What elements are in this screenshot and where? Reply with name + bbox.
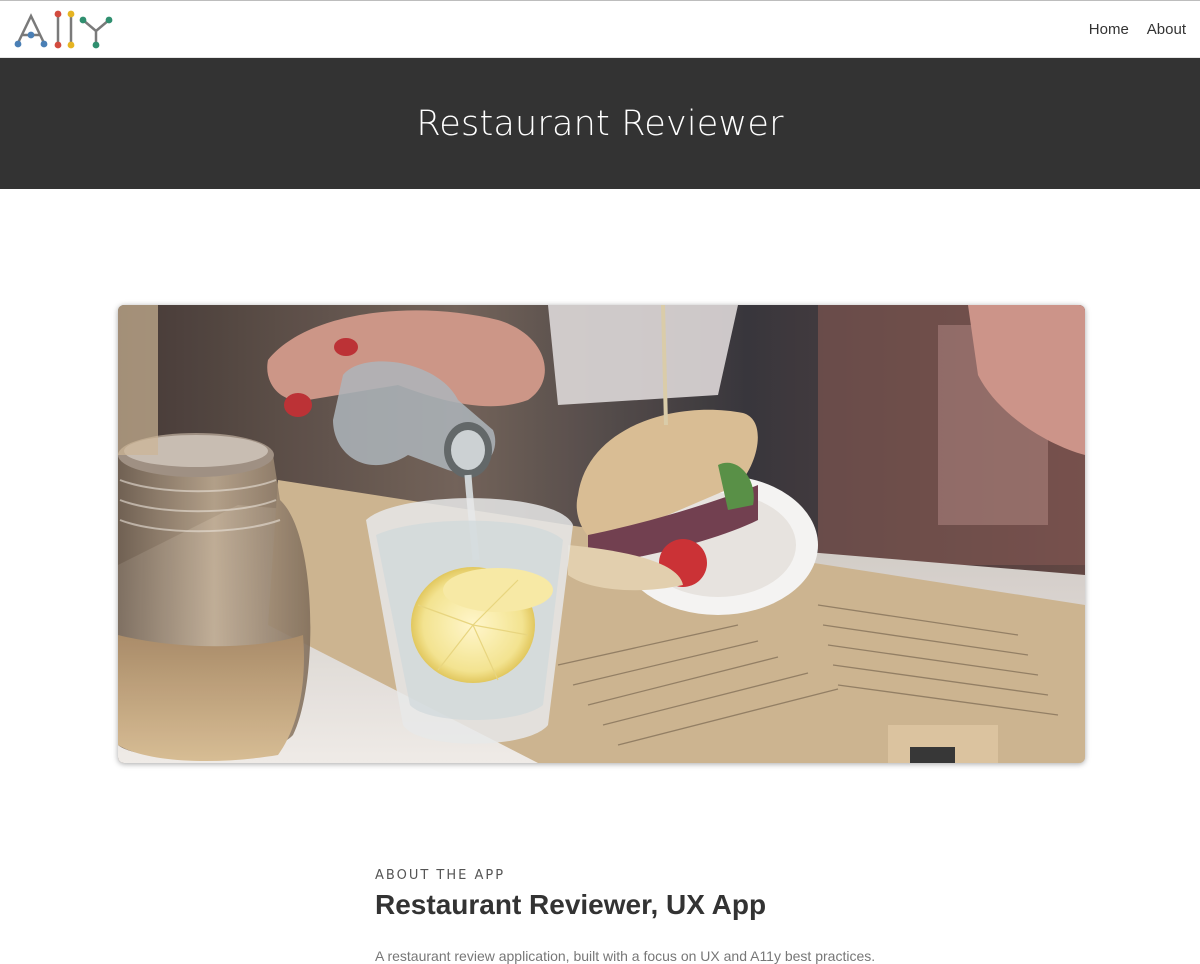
page-title: Restaurant Reviewer [416,103,784,144]
about-title: Restaurant Reviewer, UX App [375,889,767,920]
about-eyebrow: ABOUT THE APP [375,868,506,883]
site-navbar: Home About [0,1,1200,58]
about-section: ABOUT THE APP Restaurant Reviewer, UX Ap… [375,868,975,921]
nav-link-about[interactable]: About [1147,21,1186,38]
restaurant-hero-image [118,305,1085,763]
a11y-logo-icon[interactable] [14,9,116,53]
about-description: A restaurant review application, built w… [375,948,876,964]
nav-link-home[interactable]: Home [1089,21,1129,38]
hero-banner: Restaurant Reviewer [0,58,1200,189]
main-nav: Home About [1089,1,1186,58]
